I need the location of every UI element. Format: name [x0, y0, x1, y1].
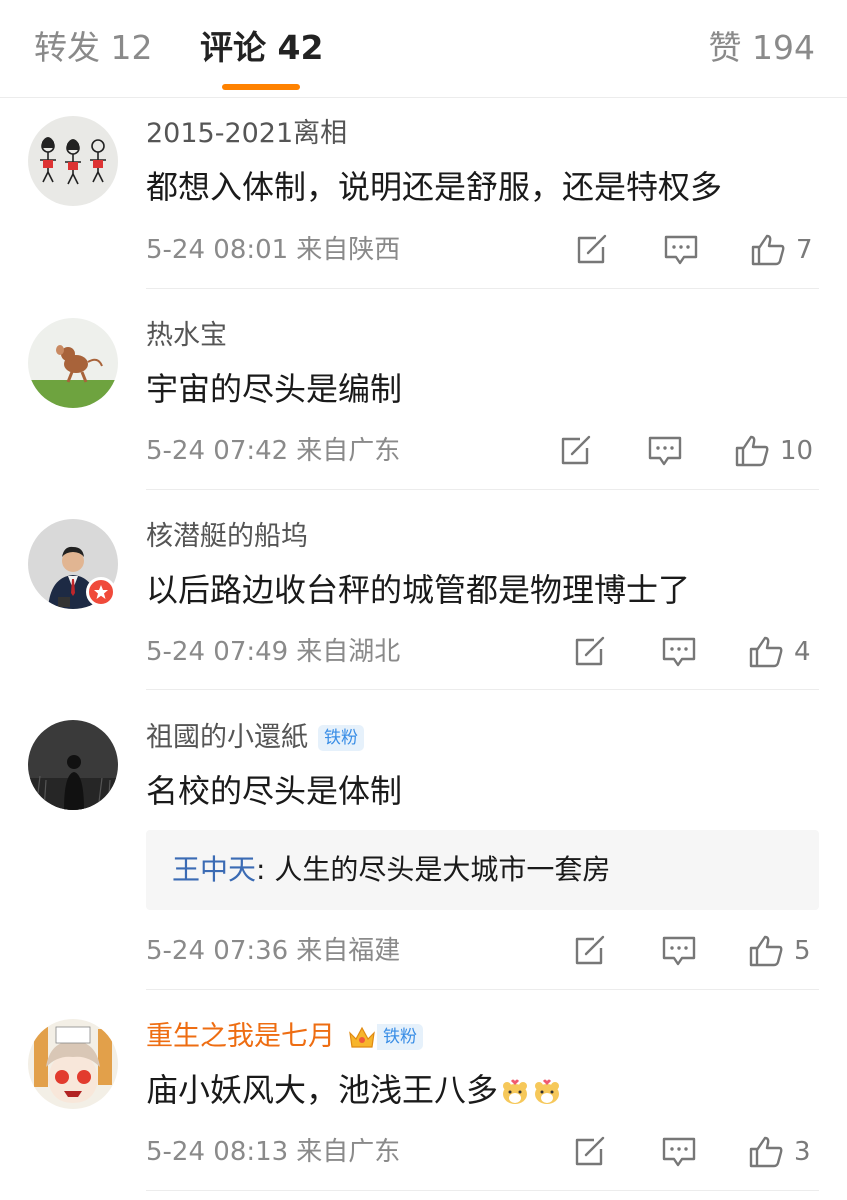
comment-item: 核潜艇的船坞 以后路边收台秤的城管都是物理博士了 5-24 07:49 来自湖北 … [0, 519, 847, 690]
like-count: 7 [796, 235, 813, 265]
fan-badge: 铁粉 [377, 1024, 423, 1050]
thumbs-up-icon [749, 1136, 783, 1168]
share-button[interactable] [572, 934, 608, 968]
tab-likes[interactable]: 赞 194 [709, 28, 815, 68]
like-count: 3 [794, 1137, 811, 1167]
comment-item: 祖國的小還紙 铁粉 名校的尽头是体制 王中天: 人生的尽头是大城市一套房 5-2… [0, 720, 847, 990]
divider [146, 689, 819, 690]
like-button[interactable]: 4 [748, 635, 811, 669]
comment-meta: 5-24 07:49 来自湖北 [146, 635, 400, 669]
reply-quote[interactable]: 王中天: 人生的尽头是大城市一套房 [146, 830, 819, 910]
reply-button[interactable] [661, 1135, 697, 1169]
comment-tabs: 转发 12 评论 42 赞 194 [0, 0, 847, 98]
comment-text-body: 庙小妖风大，池浅王八多 [146, 1071, 499, 1109]
comment-text: 都想入体制，说明还是舒服，还是特权多 [146, 168, 723, 206]
timestamp: 5-24 07:42 [146, 436, 289, 466]
active-tab-indicator [222, 84, 300, 90]
share-icon [561, 435, 591, 465]
verified-badge-icon [86, 577, 116, 607]
thumbs-up-icon [751, 234, 785, 266]
location: 来自广东 [296, 1137, 401, 1167]
reply-button[interactable] [661, 934, 697, 968]
comment-text: 宇宙的尽头是编制 [146, 370, 403, 408]
username[interactable]: 重生之我是七月 [146, 1019, 335, 1055]
comment-text: 庙小妖风大，池浅王八多 [146, 1067, 562, 1113]
like-count: 4 [794, 637, 811, 667]
username[interactable]: 核潜艇的船坞 [146, 519, 308, 555]
location: 来自陕西 [296, 235, 401, 265]
like-button[interactable]: 3 [748, 1135, 811, 1169]
divider [146, 489, 819, 490]
reply-text: 人生的尽头是大城市一套房 [274, 853, 611, 886]
comment-text: 以后路边收台秤的城管都是物理博士了 [146, 571, 691, 609]
tab-reposts[interactable]: 转发 12 [34, 28, 152, 68]
comment-icon [662, 637, 696, 667]
hamster-emoji-icon [535, 1079, 560, 1104]
comment-text: 名校的尽头是体制 [146, 772, 403, 810]
share-button[interactable] [572, 635, 608, 669]
share-icon [575, 935, 605, 965]
timestamp: 5-24 08:13 [146, 1137, 289, 1167]
share-button[interactable] [574, 233, 610, 267]
comment-icon [662, 1137, 696, 1167]
comment-meta: 5-24 07:36 来自福建 [146, 934, 400, 968]
thumbs-up-icon [749, 636, 783, 668]
reply-author[interactable]: 王中天 [172, 853, 256, 886]
username[interactable]: 2015-2021离相 [146, 116, 347, 152]
username[interactable]: 热水宝 [146, 318, 227, 354]
location: 来自福建 [296, 936, 401, 966]
timestamp: 5-24 07:49 [146, 637, 289, 667]
comment-icon [648, 436, 682, 466]
like-button[interactable]: 10 [734, 434, 813, 468]
like-button[interactable]: 5 [748, 934, 811, 968]
divider [146, 989, 819, 990]
location: 来自湖北 [296, 637, 401, 667]
reply-button[interactable] [663, 233, 699, 267]
like-button[interactable]: 7 [750, 233, 813, 267]
share-button[interactable] [572, 1135, 608, 1169]
like-count: 5 [794, 936, 811, 966]
share-icon [577, 234, 607, 264]
comment-item: 2015-2021离相 都想入体制，说明还是舒服，还是特权多 5-24 08:0… [0, 116, 847, 289]
share-button[interactable] [558, 434, 594, 468]
comment-item: 重生之我是七月 铁粉 庙小妖风大，池浅王八多 5-24 08:13 来自广东 3 [0, 1019, 847, 1191]
avatar[interactable] [28, 116, 118, 206]
avatar[interactable] [28, 318, 118, 408]
tab-comments[interactable]: 评论 42 [200, 28, 323, 68]
share-icon [575, 636, 605, 666]
comment-meta: 5-24 08:13 来自广东 [146, 1135, 400, 1169]
comment-meta: 5-24 07:42 来自广东 [146, 434, 400, 468]
comment-icon [662, 936, 696, 966]
username[interactable]: 祖國的小還紙 [146, 720, 308, 756]
comment-icon [664, 235, 698, 265]
reply-button[interactable] [661, 635, 697, 669]
comment-item: 热水宝 宇宙的尽头是编制 5-24 07:42 来自广东 10 [0, 318, 847, 490]
thumbs-up-icon [749, 935, 783, 967]
reply-button[interactable] [647, 434, 683, 468]
fan-badge: 铁粉 [318, 725, 364, 751]
timestamp: 5-24 07:36 [146, 936, 289, 966]
avatar[interactable] [28, 1019, 118, 1109]
divider [146, 288, 819, 289]
location: 来自广东 [296, 436, 401, 466]
share-icon [575, 1136, 605, 1166]
timestamp: 5-24 08:01 [146, 235, 289, 265]
vip-crown-icon [349, 1026, 375, 1048]
hamster-emoji-icon [503, 1079, 528, 1104]
reply-separator: : [256, 853, 275, 886]
comment-meta: 5-24 08:01 来自陕西 [146, 233, 400, 267]
thumbs-up-icon [735, 435, 769, 467]
divider [146, 1190, 819, 1191]
like-count: 10 [780, 436, 814, 466]
avatar[interactable] [28, 720, 118, 810]
